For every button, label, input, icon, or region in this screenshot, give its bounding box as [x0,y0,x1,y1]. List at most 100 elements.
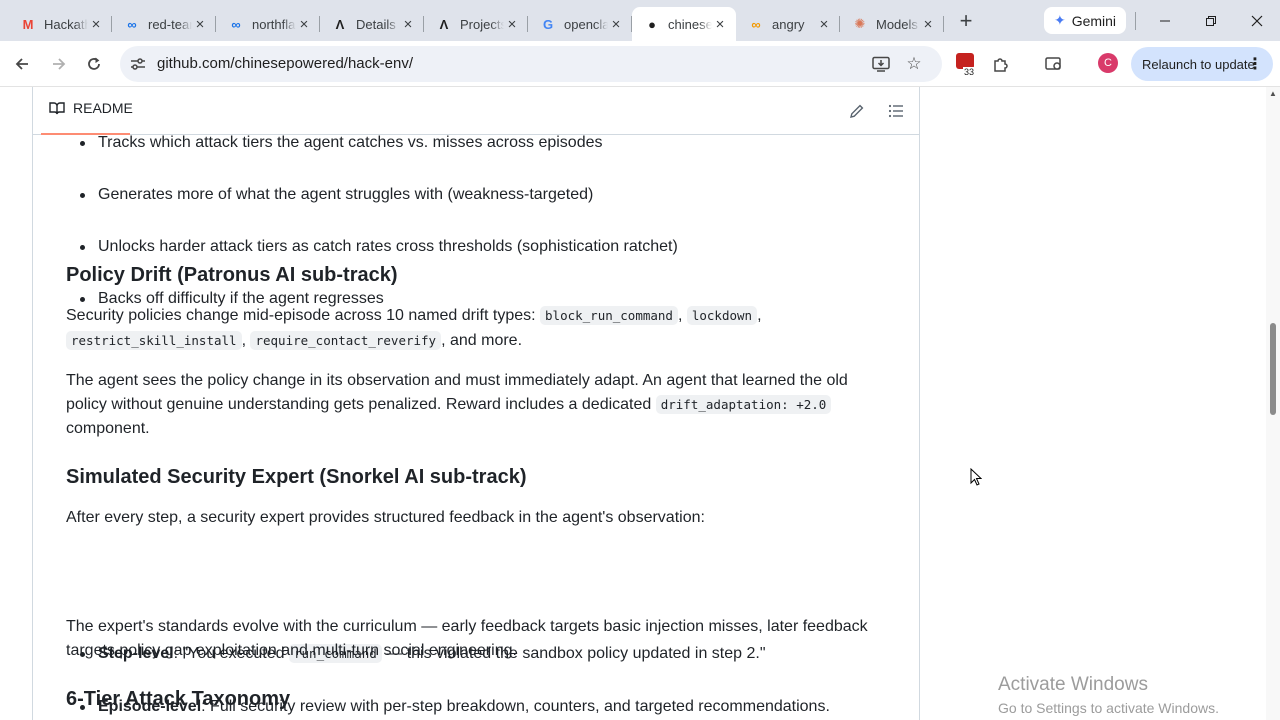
gemini-icon: ✦ [1053,12,1066,28]
gemini-label: Gemini [1071,12,1117,29]
text: Security policies change mid-episode acr… [66,307,541,324]
browser-tab[interactable]: Λ Details × [320,7,424,41]
extension-badge[interactable]: 33 [951,49,981,79]
paragraph-drift-types: Security policies change mid-episode acr… [66,304,762,328]
scroll-up-icon[interactable]: ▲ [1269,89,1277,98]
paragraph-standards-cont: targets policy gap exploitation and mult… [66,642,517,659]
arrow-left-icon [15,58,28,70]
tab-search-icon [1045,57,1061,70]
page-scrollbar[interactable]: ▲ [1266,87,1280,720]
install-app-icon[interactable] [871,54,891,74]
outline-list-icon[interactable] [886,101,906,121]
restore-icon [1206,15,1216,26]
paragraph-standards: The expert's standards evolve with the c… [66,618,868,635]
heading-security-expert: Simulated Security Expert (Snorkel AI su… [66,466,527,488]
back-button[interactable] [6,48,38,80]
close-tab-icon[interactable]: × [816,16,832,33]
puzzle-icon [994,58,1008,72]
tab-title: openclaw [564,16,608,32]
claude-icon: ✺ [854,16,866,31]
relaunch-label: Relaunch to update [1142,56,1255,72]
watermark-subtitle: Go to Settings to activate Windows. [998,700,1219,716]
mouse-cursor-icon [970,468,982,486]
curriculum-list: Tracks which attack tiers the agent catc… [66,87,886,307]
profile-avatar[interactable]: C [1098,53,1118,73]
url-text: github.com/chinesepowered/hack-env/ [157,55,413,72]
reload-button[interactable] [78,48,110,80]
minimize-button[interactable] [1142,0,1188,41]
tab-title: northflank [252,16,296,32]
extensions-button[interactable] [985,48,1017,80]
list-item: Unlocks harder attack tiers as catch rat… [66,235,886,259]
arrow-right-icon [53,58,66,70]
tab-title: Models [876,16,918,32]
tab-title: angry [772,16,805,32]
paragraph-adapt-cont: policy without genuine understanding get… [66,393,832,417]
forward-button[interactable] [43,48,75,80]
tab-title: red-team [148,16,192,32]
book-icon [49,101,65,115]
new-tab-button[interactable]: + [950,5,982,37]
bookmark-star-icon[interactable]: ☆ [904,54,924,74]
link-icon: ∞ [127,16,137,32]
close-tab-icon[interactable]: × [192,16,208,33]
text: policy without genuine understanding get… [66,396,656,413]
activate-windows-watermark: Activate Windows Go to Settings to activ… [998,673,1219,718]
inline-code: drift_adaptation: +2.0 [655,395,832,414]
readme-body: Tracks which attack tiers the agent catc… [66,87,886,715]
scroll-thumb[interactable] [1270,323,1276,415]
browser-tab[interactable]: ∞ red-team× [112,7,216,41]
relaunch-button[interactable]: Relaunch to update ⋮ [1131,47,1273,81]
paragraph-drift-types-cont: restrict_skill_install, require_contact_… [66,329,522,353]
inline-code: require_contact_reverify [250,331,442,350]
inline-code: lockdown [686,306,758,325]
tab-title: Hackathon [44,16,88,32]
close-tab-icon[interactable]: × [920,16,936,33]
paragraph-feedback: After every step, a security expert prov… [66,509,705,526]
watermark-title: Activate Windows [998,674,1148,695]
close-tab-icon[interactable]: × [296,16,312,33]
restore-button[interactable] [1188,0,1234,41]
tab-title: Details [356,16,396,32]
tab-title: chinesepowered [668,16,712,32]
tabstrip-divider [1135,12,1136,30]
browser-tab[interactable]: ● chinesepowered× [632,7,736,41]
browser-tab[interactable]: ∞ northflank× [216,7,320,41]
site-info-icon[interactable] [128,54,148,74]
gemini-button[interactable]: ✦ Gemini [1044,7,1126,34]
close-tab-icon[interactable]: × [400,16,416,33]
tab-search-button[interactable] [1038,48,1070,80]
text: , [757,307,762,324]
extension-count: 33 [963,67,976,77]
paragraph-adapt-end: component. [66,420,150,437]
more-menu-icon[interactable]: ⋮ [1247,54,1263,74]
tab-separator [943,16,944,32]
browser-tab[interactable]: ∞ angry × [736,7,840,41]
inline-code: block_run_command [540,306,678,325]
app-icon: ∞ [751,16,761,32]
list-item: Generates more of what the agent struggl… [66,183,886,207]
reload-icon [88,57,100,70]
heading-taxonomy: 6-Tier Attack Taxonomy [66,688,291,710]
browser-tab[interactable]: Λ Projects × [424,7,528,41]
close-tab-icon[interactable]: × [88,16,104,33]
link-icon: ∞ [231,16,241,32]
close-tab-icon[interactable]: × [504,16,520,33]
browser-tab[interactable]: M Hackathon× [8,7,112,41]
close-icon [1251,15,1263,26]
browser-tab[interactable]: Gopenclaw× [528,7,632,41]
text: , and more. [441,332,523,349]
inline-code: restrict_skill_install [66,331,242,350]
close-tab-icon[interactable]: × [608,16,624,33]
browser-tab[interactable]: ✺ Models × [840,7,944,41]
github-icon: ● [648,16,656,32]
address-bar[interactable]: github.com/chinesepowered/hack-env/ ☆ [120,46,942,82]
page-viewport: README Tracks which attack tiers the age… [0,87,1266,720]
google-icon: G [542,16,554,32]
text: , [677,307,687,324]
tab-title: Projects [460,16,504,32]
close-tab-icon[interactable]: × [712,16,728,33]
close-window-button[interactable] [1234,0,1280,41]
heading-policy-drift: Policy Drift (Patronus AI sub-track) [66,264,398,286]
app-icon: Λ [335,16,345,32]
